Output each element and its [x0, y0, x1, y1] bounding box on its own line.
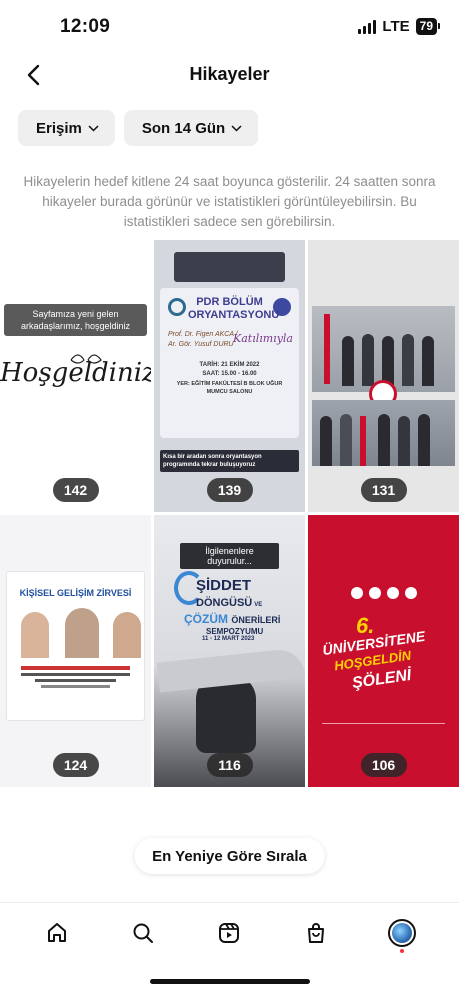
tab-search[interactable]	[121, 911, 165, 955]
story-poster: KİŞİSEL GELİŞİM ZİRVESİ	[6, 571, 145, 721]
signal-icon	[358, 19, 377, 34]
story-thumbnail: 6. ÜNİVERSİTENE HOŞGELDİN ŞÖLENİ	[308, 515, 459, 787]
sort-newest-button[interactable]: En Yeniye Göre Sırala	[134, 838, 325, 874]
story-line-3: ŞÖLENİ	[351, 666, 413, 693]
reach-filter-label: Erişim	[36, 119, 82, 137]
story-grid: Sayfamıza yeni gelen arkadaşlarımız, hoş…	[0, 240, 459, 787]
story-date: TARİH: 21 EKİM 2022	[199, 362, 260, 368]
story-time: SAAT: 15.00 - 16.00	[202, 371, 257, 377]
story-title-2-word: DÖNGÜSÜ	[196, 597, 253, 609]
tab-reels[interactable]	[207, 911, 251, 955]
chevron-down-icon	[88, 124, 99, 132]
battery-icon: 79	[415, 18, 441, 35]
story-dates: 11 - 12 MART 2023	[202, 636, 255, 642]
story-tile[interactable]: Sayfamıza yeni gelen arkadaşlarımız, hoş…	[0, 240, 151, 512]
view-count-badge: 124	[52, 753, 99, 777]
view-count-badge: 142	[52, 478, 99, 502]
logo-row	[318, 587, 449, 601]
bottom-tab-bar	[0, 902, 459, 962]
story-thumbnail: KİŞİSEL GELİŞİM ZİRVESİ	[0, 515, 151, 787]
story-tile[interactable]: KİŞİSEL GELİŞİM ZİRVESİ 124	[0, 515, 151, 787]
story-tile[interactable]: PDR BÖLÜM ORYANTASYONU Prof. Dr. Figen A…	[154, 240, 305, 512]
story-title-4: SEMPOZYUMU	[206, 627, 264, 636]
story-title-3-suffix: ÖNERİLERİ	[231, 615, 281, 625]
story-footer-strip	[322, 723, 445, 733]
view-count-badge: 106	[360, 753, 407, 777]
story-tile[interactable]: 6. ÜNİVERSİTENE HOŞGELDİN ŞÖLENİ 106	[308, 515, 459, 787]
butterfly-icon	[70, 354, 102, 364]
nav-header: Hikayeler	[0, 52, 459, 98]
tab-home[interactable]	[35, 911, 79, 955]
story-thumbnail: Sayfamıza yeni gelen arkadaşlarımız, hoş…	[0, 240, 151, 512]
story-thumbnail: PDR BÖLÜM ORYANTASYONU Prof. Dr. Figen A…	[154, 240, 305, 512]
home-icon	[48, 922, 67, 942]
story-thumbnail	[308, 240, 459, 512]
home-indicator	[149, 979, 310, 984]
poster-text-lines	[21, 666, 130, 688]
story-caption: Sayfamıza yeni gelen arkadaşlarımız, hoş…	[4, 304, 147, 336]
speaker-photos	[15, 608, 141, 658]
search-icon	[133, 923, 154, 943]
story-title-2-conjunction: VE	[254, 602, 263, 608]
network-type: LTE	[382, 18, 410, 35]
story-place: YER: EĞİTİM FAKÜLTESİ B BLOK UĞUR MUMCU …	[176, 381, 283, 395]
reach-filter-chip[interactable]: Erişim	[18, 110, 115, 146]
reels-icon	[219, 922, 240, 943]
story-poster: PDR BÖLÜM ORYANTASYONU Prof. Dr. Figen A…	[160, 288, 299, 438]
profile-avatar-icon	[387, 918, 416, 947]
status-indicators: LTE 79	[358, 18, 441, 35]
view-count-badge: 139	[206, 478, 253, 502]
story-footer-text: Kısa bir aradan sonra oryantasyon progra…	[160, 450, 299, 472]
tab-shop[interactable]	[294, 911, 338, 955]
story-thumbnail: İlgilenenlere duyurulur... ŞİDDET DÖNGÜS…	[154, 515, 305, 787]
story-tile[interactable]: 131	[308, 240, 459, 512]
story-title-3-word: ÇÖZÜM	[184, 612, 228, 626]
filter-bar: Erişim Son 14 Gün	[18, 110, 259, 146]
view-count-badge: 116	[206, 753, 253, 777]
story-tile[interactable]: İlgilenenlere duyurulur... ŞİDDET DÖNGÜS…	[154, 515, 305, 787]
tab-profile[interactable]	[380, 911, 424, 955]
notification-dot	[399, 948, 404, 953]
status-time: 12:09	[60, 16, 111, 37]
status-bar: 12:09 LTE 79	[0, 0, 459, 52]
info-text: Hikayelerin hedef kitlene 24 saat boyunc…	[23, 174, 436, 229]
story-script: Katılımıyla	[233, 332, 293, 345]
shopping-bag-icon	[307, 922, 324, 943]
story-title-2: DÖNGÜSÜ VE	[196, 597, 262, 609]
story-title-3: ÇÖZÜM ÖNERİLERİ	[184, 612, 280, 626]
view-count-badge: 131	[360, 478, 407, 502]
period-filter-chip[interactable]: Son 14 Gün	[123, 110, 259, 146]
logo-left-icon	[168, 298, 186, 316]
photo-bottom	[312, 400, 455, 466]
chevron-down-icon	[231, 124, 242, 132]
story-title-1: ŞİDDET	[196, 577, 252, 594]
period-filter-label: Son 14 Gün	[141, 119, 226, 137]
story-title: KİŞİSEL GELİŞİM ZİRVESİ	[19, 588, 132, 598]
page-title: Hikayeler	[189, 64, 270, 84]
story-header: İlgilenenlere duyurulur...	[180, 543, 279, 569]
story-title: PDR BÖLÜM ORYANTASYONU	[188, 296, 280, 321]
story-top-strip	[174, 252, 285, 282]
